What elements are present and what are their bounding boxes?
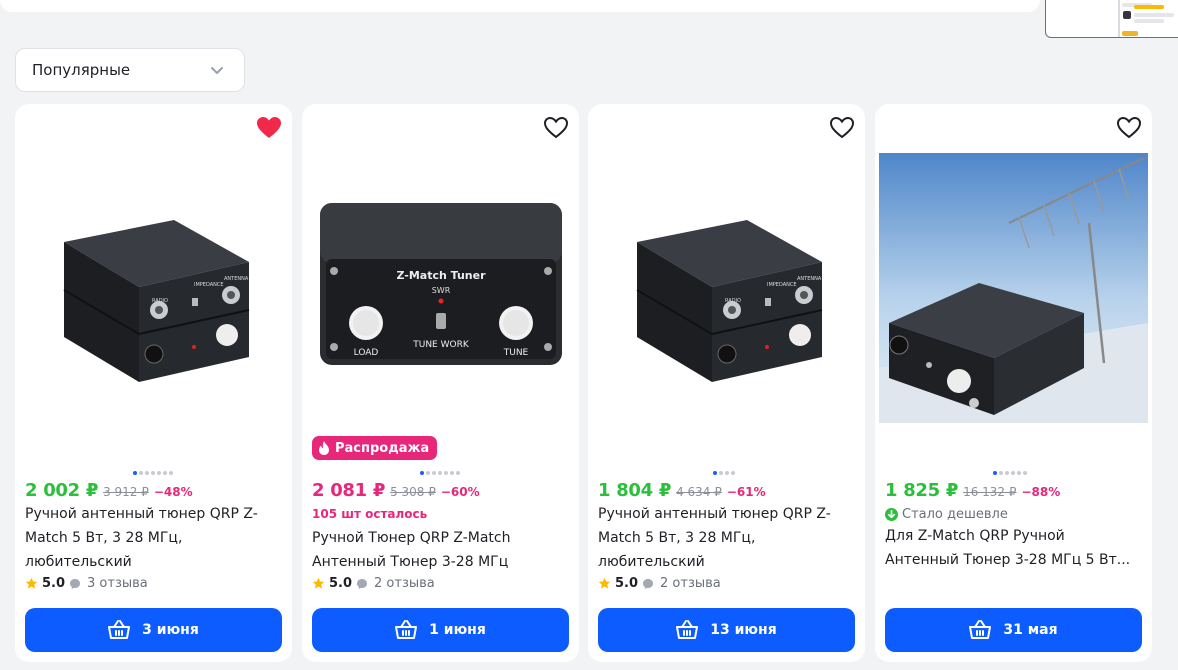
old-price: 5 308 ₽: [390, 485, 436, 499]
comment-icon: [357, 578, 368, 589]
price-row: 2 081 ₽ 5 308 ₽ −60%: [312, 480, 480, 501]
sale-badge: Распродажа: [312, 436, 438, 460]
rating-row: 5.0 2 отзыва: [598, 576, 721, 591]
tuner-device-image: RADIO IMPEDANCE ANTENNA: [62, 220, 249, 382]
product-image[interactable]: [879, 153, 1148, 423]
comment-icon: [70, 578, 81, 589]
old-price: 4 634 ₽: [676, 485, 722, 499]
svg-text:IMPEDANCE: IMPEDANCE: [194, 282, 224, 288]
discount: −61%: [726, 485, 766, 499]
discount: −60%: [440, 485, 480, 499]
price: 2 081 ₽: [312, 480, 386, 501]
heart-outline-icon[interactable]: [1116, 116, 1142, 140]
heart-outline-icon[interactable]: [543, 116, 569, 140]
tuner-device-image: RADIO IMPEDANCE ANTENNA: [635, 220, 822, 382]
minimap-preview[interactable]: [1045, 0, 1178, 38]
product-title[interactable]: Ручной антенный тюнер QRP Z-Match 5 Вт, …: [25, 502, 275, 574]
add-to-cart-button[interactable]: 3 июня: [25, 608, 282, 652]
svg-text:ANTENNA: ANTENNA: [224, 276, 249, 282]
basket-icon: [676, 620, 699, 639]
old-price: 16 132 ₽: [963, 485, 1017, 499]
product-title[interactable]: Для Z-Match QRP Ручной Антенный Тюнер 3-…: [885, 524, 1135, 572]
product-card[interactable]: Z-Match Tuner SWR LOAD TUNE TUNE WORK Ра…: [302, 104, 579, 662]
price: 1 804 ₽: [598, 480, 672, 501]
star-icon: [25, 577, 38, 589]
delivery-date: 1 июня: [429, 622, 486, 638]
price-drop-note: Стало дешевле: [885, 507, 1008, 522]
basket-icon: [969, 620, 992, 639]
old-price: 3 912 ₽: [103, 485, 149, 499]
sort-select-value: Популярные: [32, 61, 131, 79]
tuner-device-image: Z-Match Tuner SWR LOAD TUNE TUNE WORK: [319, 203, 562, 365]
product-card[interactable]: 1 825 ₽ 16 132 ₽ −88% Стало дешевле Для …: [875, 104, 1152, 662]
top-strip: [0, 0, 1040, 12]
svg-text:IMPEDANCE: IMPEDANCE: [767, 282, 797, 288]
panel-swr: SWR: [431, 286, 450, 295]
price-drop-text: Стало дешевле: [902, 507, 1008, 522]
delivery-date: 3 июня: [142, 622, 199, 638]
star-icon: [312, 577, 325, 589]
product-card[interactable]: RADIO IMPEDANCE ANTENNA 2 002 ₽ 3 912 ₽ …: [15, 104, 292, 662]
reviews-count[interactable]: 2 отзыва: [374, 576, 435, 591]
svg-text:RADIO: RADIO: [725, 298, 741, 304]
panel-load: LOAD: [353, 348, 378, 358]
image-dots: [993, 471, 1027, 475]
rating-row: 5.0 2 отзыва: [312, 576, 435, 591]
delivery-date: 13 июня: [710, 622, 777, 638]
svg-text:ANTENNA: ANTENNA: [797, 276, 822, 282]
stock-left-text: 105 шт осталось: [312, 507, 428, 521]
price-row: 1 804 ₽ 4 634 ₽ −61%: [598, 480, 766, 501]
rating-row: 5.0 3 отзыва: [25, 576, 148, 591]
fire-icon: [319, 441, 329, 455]
product-image[interactable]: Z-Match Tuner SWR LOAD TUNE TUNE WORK: [310, 164, 571, 404]
heart-filled-icon[interactable]: [256, 116, 282, 140]
sale-badge-label: Распродажа: [335, 440, 430, 456]
comment-icon: [643, 578, 654, 589]
discount: −88%: [1021, 485, 1061, 499]
rating-score: 5.0: [615, 576, 639, 591]
product-image[interactable]: RADIO IMPEDANCE ANTENNA: [23, 142, 284, 442]
product-image[interactable]: RADIO IMPEDANCE ANTENNA: [596, 142, 857, 442]
product-title[interactable]: Ручной антенный тюнер QRP Z-Match 5 Вт, …: [598, 502, 848, 574]
panel-brand: TUNE WORK: [412, 340, 470, 350]
product-title[interactable]: Ручной Тюнер QRP Z-Match Антенный Тюнер …: [312, 526, 562, 574]
star-icon: [598, 577, 611, 589]
reviews-count[interactable]: 2 отзыва: [660, 576, 721, 591]
discount: −48%: [153, 485, 193, 499]
reviews-count[interactable]: 3 отзыва: [87, 576, 148, 591]
arrow-down-circle-icon: [885, 508, 898, 521]
price: 1 825 ₽: [885, 480, 959, 501]
heart-outline-icon[interactable]: [829, 116, 855, 140]
add-to-cart-button[interactable]: 13 июня: [598, 608, 855, 652]
image-dots: [420, 471, 460, 475]
panel-tune: TUNE: [502, 348, 528, 358]
image-dots: [133, 471, 173, 475]
sort-select[interactable]: Популярные: [15, 48, 245, 92]
add-to-cart-button[interactable]: 31 мая: [885, 608, 1142, 652]
chevron-down-icon: [211, 67, 223, 74]
tuner-with-antenna-image: [879, 153, 1148, 423]
basket-icon: [395, 620, 418, 639]
price: 2 002 ₽: [25, 480, 99, 501]
price-row: 2 002 ₽ 3 912 ₽ −48%: [25, 480, 193, 501]
stock-left: 105 шт осталось: [312, 507, 427, 521]
svg-text:RADIO: RADIO: [152, 298, 168, 304]
panel-heading: Z-Match Tuner: [396, 269, 486, 282]
price-row: 1 825 ₽ 16 132 ₽ −88%: [885, 480, 1060, 501]
rating-score: 5.0: [329, 576, 353, 591]
basket-icon: [108, 620, 131, 639]
product-card[interactable]: RADIO IMPEDANCE ANTENNA 1 804 ₽ 4 634 ₽ …: [588, 104, 865, 662]
add-to-cart-button[interactable]: 1 июня: [312, 608, 569, 652]
delivery-date: 31 мая: [1003, 622, 1058, 638]
image-dots: [713, 471, 735, 475]
rating-score: 5.0: [42, 576, 66, 591]
